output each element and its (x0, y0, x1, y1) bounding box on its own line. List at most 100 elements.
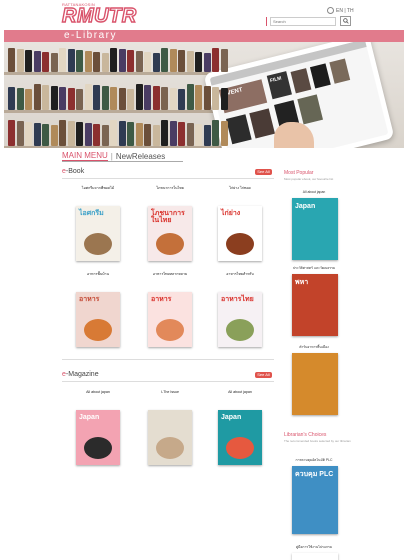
shelf-book (16, 88, 24, 110)
sidebar-book-cover[interactable]: พหา (292, 274, 338, 336)
shelf-book (67, 121, 75, 146)
search-input[interactable] (270, 17, 336, 26)
shelf-book (127, 50, 134, 72)
book-cover[interactable]: โภชนาการในไทย (148, 206, 192, 261)
item-title[interactable]: ไอศกรีมจากพืชผลไม้ (68, 186, 128, 190)
item-title[interactable]: โภชนาการในไทย (140, 186, 200, 190)
shelf-book (118, 88, 126, 110)
shelf-book (25, 89, 32, 110)
shelf-book (169, 49, 177, 72)
shelf-book (186, 84, 194, 110)
bookshelf (4, 146, 234, 148)
ebook-see-all-button[interactable]: See All (255, 169, 272, 175)
shelf-book (8, 87, 15, 110)
book-cover[interactable]: ไก่ย่าง (218, 206, 262, 261)
shelf-book (76, 89, 83, 110)
tab-separator: | (110, 151, 113, 161)
shelf-book (195, 85, 202, 110)
tablet-tile (225, 114, 252, 145)
cover-title: อาหาร (151, 296, 172, 303)
shelf-book (186, 51, 194, 72)
librarians-choices-subtitle: The recommended books selected by our li… (284, 439, 351, 443)
sidebar-item-title[interactable]: ประวัติศาสตร์ และวัฒนธรรม (284, 266, 344, 270)
sidebar-book-cover[interactable] (292, 553, 338, 560)
book-cover[interactable]: ไอศกรีม (76, 206, 120, 261)
shelf-book (93, 124, 100, 146)
cover-title: อาหาร (79, 296, 100, 303)
book-cover[interactable]: Japan (218, 410, 262, 465)
most-popular-subtitle: Most popular ebook, our favourite list (284, 177, 334, 181)
site-logo[interactable]: RATTANAKOSIN RMUTR (61, 2, 137, 28)
most-popular-title: Most Popular (284, 170, 314, 176)
shelf-book (169, 88, 177, 110)
shelf-book (152, 53, 160, 72)
cover-image (156, 233, 184, 255)
bookshelf (4, 110, 234, 113)
item-title[interactable]: อาหารพื้นบ้าน (68, 272, 128, 276)
search-button[interactable] (340, 16, 351, 26)
sidebar-book-cover[interactable]: Japan (292, 198, 338, 260)
shelf-book (101, 53, 109, 72)
sidebar-item-title[interactable]: ตำรับอาหารพื้นเมือง (284, 345, 344, 349)
cover-title: อาหารไทย (221, 296, 254, 303)
shelf-book (84, 123, 92, 146)
book-cover[interactable]: อาหาร (76, 292, 120, 347)
shelf-book (76, 50, 83, 72)
shelf-book (220, 121, 228, 146)
item-title[interactable]: อาหารไทยสำหรับ (210, 272, 270, 276)
sidebar-cover-title: ควบคุม PLC (295, 471, 334, 478)
tab-main-menu[interactable]: MAIN MENU (62, 151, 108, 161)
cover-image (226, 233, 254, 255)
header: RATTANAKOSIN RMUTR EN | TH (0, 0, 404, 30)
shelf-book (42, 52, 49, 72)
shelf-book (25, 122, 32, 146)
shelf-book (76, 122, 83, 146)
sidebar-book-cover[interactable]: ควบคุม PLC (292, 466, 338, 534)
tab-new-releases[interactable]: NewReleases (116, 152, 165, 161)
e-library-band: e-Library (4, 30, 404, 42)
language-switcher[interactable]: EN | TH (327, 7, 354, 14)
ebook-title-rest: -Book (65, 168, 85, 175)
item-title[interactable]: All about japan (68, 390, 128, 394)
sidebar-book-cover[interactable] (292, 353, 338, 415)
item-title[interactable]: I-The Issue (140, 390, 200, 394)
shelf-book (135, 123, 143, 146)
shelf-book (127, 122, 134, 146)
tablet-tile (297, 94, 324, 125)
shelf-book (8, 120, 15, 146)
shelf-book (16, 49, 24, 72)
language-label: EN | TH (336, 7, 354, 14)
item-title[interactable]: ไก่ย่าง ไก่ทอด (210, 186, 270, 190)
shelf-book (144, 52, 151, 72)
shelf-book (195, 52, 202, 72)
sidebar-cover-title: Japan (295, 203, 316, 210)
book-cover[interactable] (148, 410, 192, 465)
shelf-book (135, 84, 143, 110)
tablet-tile (309, 63, 331, 89)
sidebar-item-title[interactable]: All about japan (284, 190, 344, 194)
magazine-see-all-button[interactable]: See All (255, 372, 272, 378)
book-cover[interactable]: อาหารไทย (218, 292, 262, 347)
shelf-book (33, 123, 41, 146)
shelf-book (50, 125, 58, 146)
tabs-underline (62, 161, 183, 162)
book-cover[interactable]: อาหาร (148, 292, 192, 347)
shelf-book (67, 49, 75, 72)
sidebar-item-title[interactable]: การควบคุมอัตโนมัติ PLC (284, 458, 344, 462)
item-title[interactable]: All about japan (210, 390, 270, 394)
shelf-book (33, 51, 41, 72)
shelf-book (16, 121, 24, 146)
item-title[interactable]: อาหารไทยหลากหลาย (140, 272, 200, 276)
shelf-book (59, 87, 66, 110)
sidebar-item-title[interactable]: คู่มือการใช้งานโปรแกรม (284, 545, 344, 549)
shelf-book (203, 125, 211, 146)
shelf-book (101, 86, 109, 110)
shelf-book (59, 48, 66, 72)
shelf-book (110, 48, 117, 72)
shelf-book (50, 53, 58, 72)
shelf-book (33, 84, 41, 110)
book-cover[interactable]: Japan (76, 410, 120, 465)
main-tabs: MAIN MENU | NewReleases (62, 151, 165, 161)
cover-image (84, 233, 112, 255)
cover-title: Japan (79, 414, 100, 421)
